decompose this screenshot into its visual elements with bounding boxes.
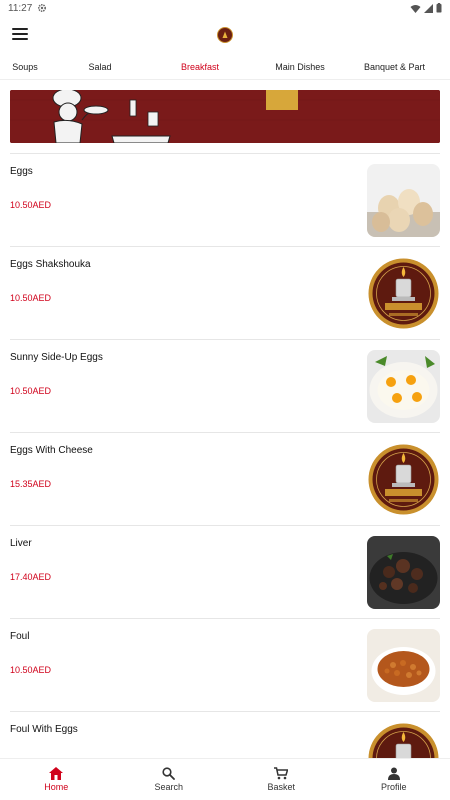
promo-banner[interactable] (10, 90, 440, 143)
item-price: 10.50AED (10, 665, 52, 675)
tab-label: Salad (88, 62, 112, 72)
person-icon (387, 767, 400, 780)
list-item[interactable]: Sunny Side-Up Eggs 10.50AED (10, 339, 440, 432)
battery-icon (436, 3, 442, 13)
nav-profile[interactable]: Profile (338, 759, 450, 800)
menu-icon[interactable] (11, 26, 29, 42)
menu-list: Eggs 10.50AED Eggs Shakshouka 10.50AED S… (0, 153, 450, 800)
app-bar (0, 16, 450, 54)
wifi-icon (410, 4, 421, 13)
list-item[interactable]: Foul 10.50AED (10, 618, 440, 711)
bottom-nav: Home Search Basket Profile (0, 758, 450, 800)
item-price: 10.50AED (10, 386, 52, 396)
nav-basket[interactable]: Basket (225, 759, 338, 800)
nav-label: Basket (267, 782, 295, 792)
tab-label: Soups (12, 62, 38, 72)
item-image-foul[interactable] (367, 629, 440, 702)
status-bar: 11:27 (0, 0, 450, 16)
tab-soups[interactable]: Soups (0, 54, 50, 79)
item-name: Foul (10, 631, 30, 642)
status-time: 11:27 (8, 2, 33, 14)
item-image-logo[interactable] (367, 443, 440, 516)
tab-breakfast[interactable]: Breakfast (150, 54, 250, 79)
item-name: Foul With Eggs (10, 724, 78, 735)
item-name: Eggs (10, 166, 33, 177)
category-tabs: Soups Salad Breakfast Main Dishes Banque… (0, 54, 450, 80)
tab-salad[interactable]: Salad (50, 54, 150, 79)
restaurant-logo-icon (217, 27, 233, 43)
item-name: Eggs Shakshouka (10, 259, 91, 270)
item-name: Sunny Side-Up Eggs (10, 352, 103, 363)
list-item[interactable]: Eggs With Cheese 15.35AED (10, 432, 440, 525)
tab-label: Breakfast (180, 61, 220, 72)
item-price: 15.35AED (10, 479, 52, 489)
nav-home[interactable]: Home (0, 759, 113, 800)
nav-label: Profile (380, 782, 407, 792)
item-image-logo[interactable] (367, 257, 440, 330)
tab-label: Main Dishes (275, 62, 325, 72)
nav-label: Home (44, 782, 69, 792)
nav-label: Search (154, 782, 184, 792)
signal-icon (424, 3, 433, 13)
settings-icon (38, 3, 47, 13)
item-image-fried-eggs[interactable] (367, 350, 440, 423)
tab-banquet[interactable]: Banquet & Part (350, 54, 450, 79)
home-icon (49, 767, 64, 780)
chef-illustration (10, 90, 440, 143)
item-name: Liver (10, 538, 32, 549)
list-item[interactable]: Eggs 10.50AED (10, 153, 440, 246)
item-image-eggs[interactable] (367, 164, 440, 237)
item-image-liver[interactable] (367, 536, 440, 609)
item-price: 17.40AED (10, 572, 52, 582)
item-price: 10.50AED (10, 200, 52, 210)
search-icon (162, 767, 176, 780)
list-item[interactable]: Eggs Shakshouka 10.50AED (10, 246, 440, 339)
list-item[interactable]: Liver 17.40AED (10, 525, 440, 618)
item-name: Eggs With Cheese (10, 445, 93, 456)
tab-label: Banquet & Part (364, 62, 426, 72)
tab-main-dishes[interactable]: Main Dishes (250, 54, 350, 79)
nav-search[interactable]: Search (113, 759, 226, 800)
item-price: 10.50AED (10, 293, 52, 303)
cart-icon (274, 767, 289, 780)
